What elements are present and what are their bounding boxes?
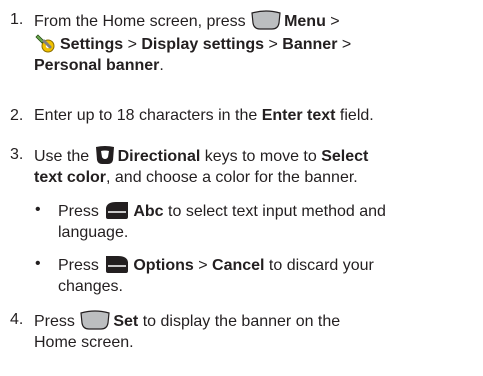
step-number: 3. <box>10 146 24 163</box>
set-label: Set <box>113 313 139 330</box>
text-color-label: text color <box>34 169 107 186</box>
step-3-text-c: keys to move to <box>200 148 322 165</box>
step-1-text-c: > <box>325 13 340 30</box>
step-number: 2. <box>10 107 24 124</box>
cancel-label: Cancel <box>212 257 265 274</box>
step-4-text-c: to display the banner on the <box>138 313 341 330</box>
step-1-text-i: > <box>337 36 352 53</box>
settings-label: Settings <box>60 36 124 53</box>
personal-banner-label: Personal banner <box>34 57 160 74</box>
bullet-1-text-c: to select text input method and <box>163 203 386 220</box>
bullet-text: Press Options > Cancel to discard your c… <box>58 254 478 297</box>
step-4-text-d: Home screen. <box>34 334 134 351</box>
select-label: Select <box>321 148 369 165</box>
step-3-text-f: , and choose a color for the banner. <box>106 169 358 186</box>
bullet-text: Press Abc to select text input method an… <box>58 200 478 243</box>
directional-label: Directional <box>117 148 201 165</box>
step-2-text-a: Enter up to 18 characters in the <box>34 107 262 124</box>
menu-label: Menu <box>284 13 326 30</box>
step-1-text-k: . <box>159 57 164 74</box>
display-settings-label: Display settings <box>141 36 265 53</box>
step-number: 1. <box>10 11 24 28</box>
bullet-1-text-d: language. <box>58 224 129 241</box>
options-label: Options <box>133 257 194 274</box>
banner-label: Banner <box>282 36 338 53</box>
instruction-page: 1. From the Home screen, press Menu > Se… <box>0 0 483 376</box>
step-1-text-a: From the Home screen, press <box>34 13 251 30</box>
bullet-2-text-c: > <box>193 257 213 274</box>
step-4-text-a: Press <box>34 313 80 330</box>
step-text: Use the Directional keys to move to Sele… <box>34 145 478 188</box>
step-3-text-a: Use the <box>34 148 94 165</box>
step-1-text-g: > <box>264 36 283 53</box>
step-text: Press Set to display the banner on the H… <box>34 310 478 353</box>
step-2-text-c: field. <box>335 107 374 124</box>
abc-label: Abc <box>133 203 164 220</box>
bullet-dot: • <box>35 255 41 272</box>
bullet-1-text-a: Press <box>58 203 104 220</box>
bullet-dot: • <box>35 201 41 218</box>
step-text: Enter up to 18 characters in the Enter t… <box>34 106 478 126</box>
step-number: 4. <box>10 311 24 328</box>
bullet-2-text-a: Press <box>58 257 104 274</box>
enter-text-label: Enter text <box>261 107 336 124</box>
bullet-2-text-f: changes. <box>58 278 123 295</box>
step-1-text-e: > <box>123 36 142 53</box>
step-text: From the Home screen, press Menu > Setti… <box>34 10 478 76</box>
bullet-2-text-e: to discard your <box>264 257 374 274</box>
